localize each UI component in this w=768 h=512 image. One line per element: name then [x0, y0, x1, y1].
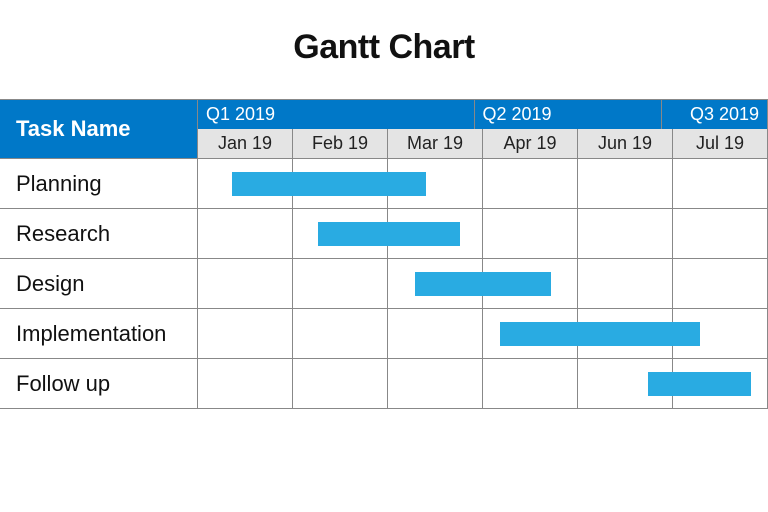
task-row: Design — [0, 259, 768, 309]
gantt-bar-implementation — [500, 322, 700, 346]
bar-area — [198, 309, 768, 359]
task-row: Planning — [0, 159, 768, 209]
gantt-bar-planning — [232, 172, 426, 196]
bar-area — [198, 159, 768, 209]
month-jun: Jun 19 — [578, 129, 673, 159]
gantt-bar-followup — [648, 372, 751, 396]
month-jan: Jan 19 — [198, 129, 293, 159]
task-label-planning: Planning — [0, 159, 198, 209]
gantt-bar-research — [318, 222, 461, 246]
task-row: Follow up — [0, 359, 768, 409]
task-row: Research — [0, 209, 768, 259]
bar-area — [198, 209, 768, 259]
timeline-header: Q1 2019 Q2 2019 Q3 2019 Jan 19 Feb 19 Ma… — [198, 99, 768, 159]
month-apr: Apr 19 — [483, 129, 578, 159]
task-label-design: Design — [0, 259, 198, 309]
quarter-q1: Q1 2019 — [198, 99, 475, 129]
quarter-q3: Q3 2019 — [662, 99, 768, 129]
quarter-row: Q1 2019 Q2 2019 Q3 2019 — [198, 99, 768, 129]
month-mar: Mar 19 — [388, 129, 483, 159]
gantt-bar-design — [415, 272, 552, 296]
task-label-implementation: Implementation — [0, 309, 198, 359]
task-row: Implementation — [0, 309, 768, 359]
task-label-followup: Follow up — [0, 359, 198, 409]
gantt-header: Task Name Q1 2019 Q2 2019 Q3 2019 Jan 19… — [0, 99, 768, 159]
quarter-q2: Q2 2019 — [475, 99, 662, 129]
month-jul: Jul 19 — [673, 129, 768, 159]
gantt-chart: Task Name Q1 2019 Q2 2019 Q3 2019 Jan 19… — [0, 99, 768, 409]
task-label-research: Research — [0, 209, 198, 259]
task-name-header: Task Name — [0, 99, 198, 159]
page-title: Gantt Chart — [0, 0, 768, 99]
month-row: Jan 19 Feb 19 Mar 19 Apr 19 Jun 19 Jul 1… — [198, 129, 768, 159]
bar-area — [198, 259, 768, 309]
bar-area — [198, 359, 768, 409]
month-feb: Feb 19 — [293, 129, 388, 159]
